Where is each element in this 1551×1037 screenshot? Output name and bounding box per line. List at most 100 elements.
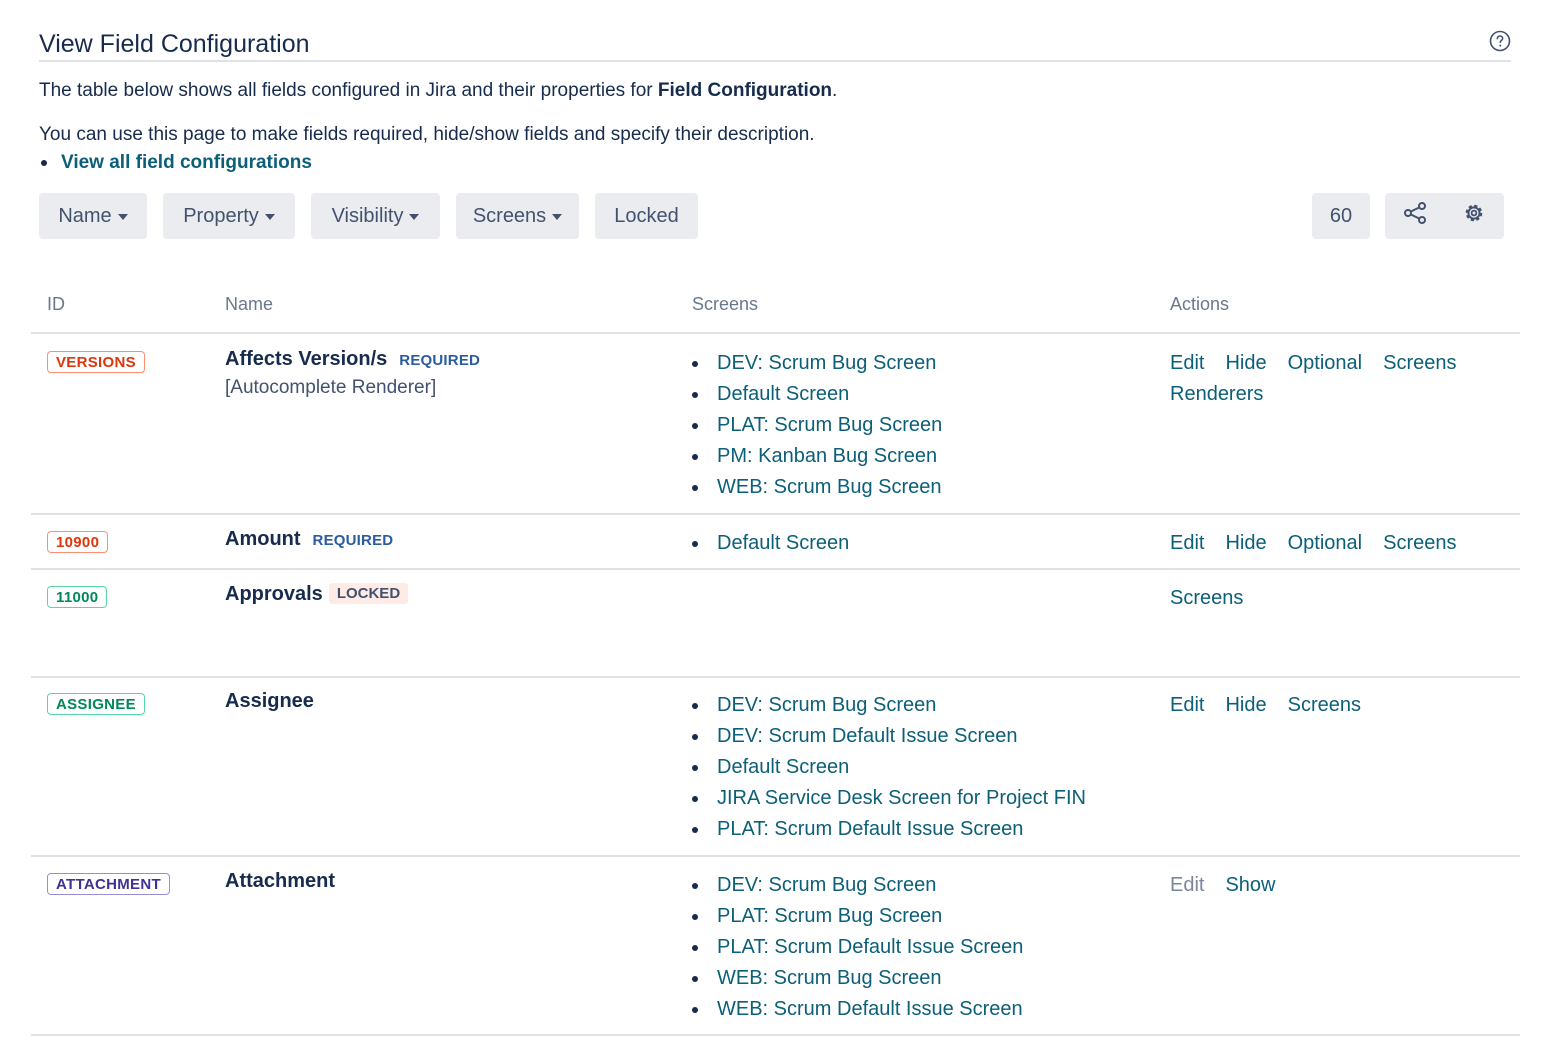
filter-toolbar: Name Property Visibility Screens Locked … [39, 193, 1511, 239]
screens-list: DEV: Scrum Bug Screen DEV: Scrum Default… [691, 690, 1086, 845]
screen-link[interactable]: Default Screen [691, 752, 1086, 783]
field-id-badge: VERSIONS [47, 351, 145, 373]
screen-link[interactable]: PLAT: Scrum Default Issue Screen [691, 932, 1023, 963]
intro-description: The table below shows all fields configu… [39, 80, 837, 102]
visibility-filter-label: Visibility [331, 205, 404, 227]
table-row: ATTACHMENT Attachment DEV: Scrum Bug Scr… [31, 856, 1520, 1036]
intro-suffix: . [832, 80, 838, 101]
table-row: 11000 Approvals LOCKED Screens [31, 569, 1520, 678]
field-id-badge: ASSIGNEE [47, 693, 145, 715]
page-size-button[interactable]: 60 [1312, 193, 1370, 239]
toolbar-icon-group [1385, 193, 1504, 239]
actions-cell: Edit Hide Screens [1170, 690, 1515, 721]
intro-usage: You can use this page to make fields req… [39, 124, 815, 145]
screens-link[interactable]: Screens [1288, 690, 1361, 721]
required-label: REQUIRED [399, 352, 481, 369]
screen-link[interactable]: Default Screen [691, 379, 942, 410]
question-circle-icon[interactable] [1489, 30, 1511, 52]
table-row: VERSIONS Affects Version/s REQUIRED [Auto… [31, 334, 1520, 515]
locked-filter-label: Locked [614, 205, 679, 227]
screen-link[interactable]: PLAT: Scrum Bug Screen [691, 410, 942, 441]
renderer-label: [Autocomplete Renderer] [225, 377, 437, 398]
show-link[interactable]: Show [1225, 870, 1275, 901]
edit-link[interactable]: Edit [1170, 348, 1204, 379]
intro-text: The table below shows all fields configu… [39, 80, 658, 101]
screens-filter-button[interactable]: Screens [456, 193, 579, 239]
field-name-cell: Assignee [225, 690, 314, 713]
screens-link[interactable]: Screens [1383, 348, 1456, 379]
view-all-configurations-link[interactable]: View all field configurations [61, 152, 312, 173]
field-id-badge: 11000 [47, 586, 108, 608]
gear-icon[interactable] [1445, 193, 1503, 239]
column-header-actions: Actions [1170, 294, 1230, 314]
actions-cell: Edit Hide Optional Screens Renderers [1170, 348, 1515, 410]
optional-link[interactable]: Optional [1288, 528, 1363, 559]
bullet-icon [41, 159, 47, 166]
screen-link[interactable]: Default Screen [691, 528, 849, 559]
config-name: Field Configuration [657, 80, 833, 101]
screen-link[interactable]: DEV: Scrum Default Issue Screen [691, 721, 1086, 752]
locked-filter-button[interactable]: Locked [595, 193, 698, 239]
screen-link[interactable]: DEV: Scrum Bug Screen [691, 870, 1023, 901]
table-header: ID Name Screens Actions [31, 290, 1520, 334]
actions-cell: Edit Show [1170, 870, 1515, 901]
actions-cell: Edit Hide Optional Screens [1170, 528, 1515, 559]
edit-link[interactable]: Edit [1170, 690, 1204, 721]
field-name: Attachment [225, 870, 336, 892]
field-name: Amount [225, 528, 301, 550]
screen-link[interactable]: DEV: Scrum Bug Screen [691, 690, 1086, 721]
required-label: REQUIRED [312, 532, 394, 549]
caret-down-icon [552, 213, 563, 220]
screen-link[interactable]: PLAT: Scrum Default Issue Screen [691, 814, 1086, 845]
field-id-badge: 10900 [47, 531, 109, 553]
caret-down-icon [264, 213, 275, 220]
actions-cell: Screens [1170, 583, 1515, 614]
edit-link-disabled: Edit [1170, 874, 1205, 896]
screens-filter-label: Screens [472, 205, 547, 227]
field-name: Affects Version/s [225, 348, 388, 370]
screen-link[interactable]: PLAT: Scrum Bug Screen [691, 901, 1023, 932]
screen-link[interactable]: WEB: Scrum Bug Screen [691, 963, 1023, 994]
visibility-filter-button[interactable]: Visibility [311, 193, 440, 239]
optional-link[interactable]: Optional [1288, 348, 1363, 379]
share-icon[interactable] [1385, 193, 1443, 239]
screens-list: Default Screen [691, 528, 849, 559]
field-name-cell: Affects Version/s REQUIRED [Autocomplete … [225, 348, 480, 399]
field-name-cell: Attachment [225, 870, 335, 893]
screen-link[interactable]: JIRA Service Desk Screen for Project FIN [691, 783, 1086, 814]
screens-list: DEV: Scrum Bug Screen PLAT: Scrum Bug Sc… [691, 870, 1023, 1025]
locked-label: LOCKED [328, 583, 409, 604]
hide-link[interactable]: Hide [1225, 528, 1266, 559]
edit-link[interactable]: Edit [1170, 528, 1204, 559]
page-header: View Field Configuration [39, 28, 1511, 62]
renderers-link[interactable]: Renderers [1170, 379, 1263, 410]
column-header-id: ID [47, 294, 65, 314]
page-title: View Field Configuration [39, 30, 310, 58]
field-name-cell: Approvals LOCKED [225, 583, 409, 606]
table-row: 10900 Amount REQUIRED Default Screen Edit… [31, 514, 1520, 570]
screen-link[interactable]: DEV: Scrum Bug Screen [691, 348, 942, 379]
screens-list: DEV: Scrum Bug Screen Default Screen PLA… [691, 348, 942, 503]
table-row: ASSIGNEE Assignee DEV: Scrum Bug Screen … [31, 676, 1520, 857]
screen-link[interactable]: WEB: Scrum Bug Screen [691, 472, 942, 503]
caret-down-icon [117, 213, 128, 220]
page-size-value: 60 [1329, 205, 1353, 227]
property-filter-button[interactable]: Property [163, 193, 295, 239]
caret-down-icon [409, 213, 420, 220]
column-header-name: Name [225, 294, 274, 314]
field-id-badge: ATTACHMENT [47, 873, 170, 895]
name-filter-button[interactable]: Name [39, 193, 147, 239]
property-filter-label: Property [183, 205, 259, 227]
name-filter-label: Name [58, 205, 112, 227]
field-name: Assignee [225, 690, 314, 712]
view-all-item: View all field configurations [39, 152, 312, 174]
field-name: Approvals [225, 583, 323, 605]
screen-link[interactable]: WEB: Scrum Default Issue Screen [691, 994, 1023, 1025]
hide-link[interactable]: Hide [1225, 348, 1266, 379]
screens-link[interactable]: Screens [1170, 583, 1243, 614]
screens-link[interactable]: Screens [1383, 528, 1456, 559]
screen-link[interactable]: PM: Kanban Bug Screen [691, 441, 942, 472]
field-name-cell: Amount REQUIRED [225, 528, 393, 551]
column-header-screens: Screens [692, 294, 759, 314]
hide-link[interactable]: Hide [1225, 690, 1266, 721]
